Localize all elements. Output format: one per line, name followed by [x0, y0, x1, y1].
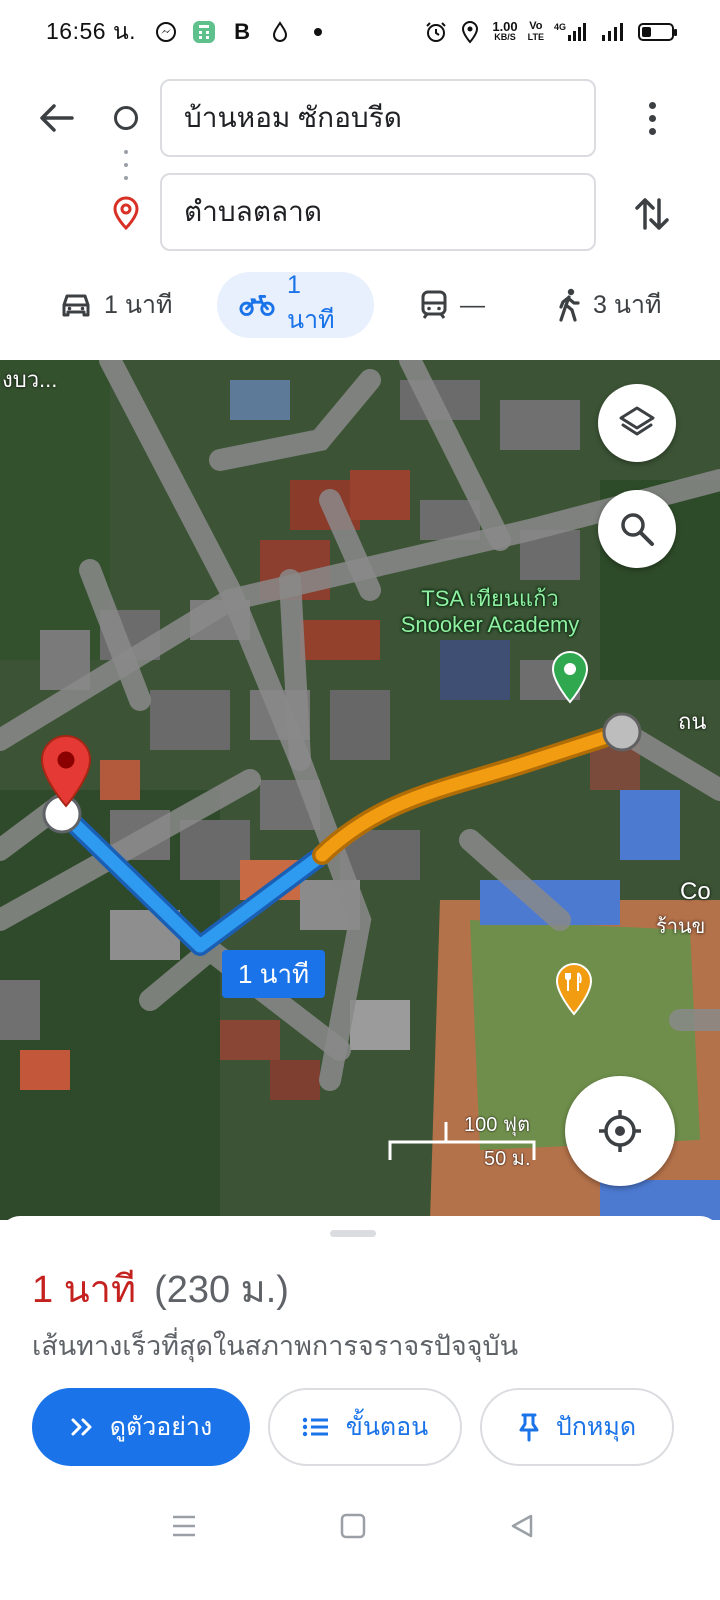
map-label-topleft: งบว...	[2, 367, 58, 392]
back-arrow-icon	[40, 104, 74, 132]
poi-label-line2: Snooker Academy	[400, 612, 580, 637]
network-speed: 1.00 KB/S	[492, 19, 518, 43]
layers-icon	[619, 406, 655, 436]
map-label-co: Co	[680, 878, 711, 905]
mode-transit-tab[interactable]: —	[420, 272, 485, 338]
network-speed-value: 1.00	[492, 19, 518, 34]
volte-bottom: LTE	[527, 32, 544, 42]
list-icon	[302, 1417, 328, 1437]
my-location-icon	[599, 1110, 641, 1152]
svg-text:4G: 4G	[554, 22, 566, 32]
car-icon	[62, 294, 90, 317]
walk-icon	[559, 288, 580, 322]
menu-icon	[173, 1515, 195, 1537]
messenger-icon	[154, 20, 178, 44]
poi-label-line1: TSA เทียนแก้ว	[421, 586, 559, 611]
my-location-button[interactable]	[565, 1076, 675, 1186]
mode-transit-label: —	[460, 290, 485, 319]
battery-icon	[638, 23, 677, 41]
volte-indicator: Vo LTE	[528, 21, 544, 43]
system-navigation-bar	[0, 1490, 720, 1560]
mode-car-tab[interactable]: 1 นาที	[60, 272, 172, 338]
more-options-button[interactable]	[632, 96, 672, 140]
notification-icons: B	[154, 19, 330, 44]
mode-motorcycle-tab[interactable]: 1 นาที	[217, 270, 374, 338]
origin-field[interactable]: บ้านหอม ซักอบรีด	[160, 79, 596, 157]
route-duration-tag[interactable]: 1 นาที	[222, 950, 326, 998]
signal-4g-icon: 4G	[554, 20, 590, 44]
origin-circle-icon	[114, 106, 138, 130]
status-bar: 16:56 น. B 1.00 KB/S Vo LTE 4G	[0, 0, 720, 64]
poi-snooker-label[interactable]: TSA เทียนแก้ว Snooker Academy	[374, 586, 606, 638]
more-notifications-dot-icon	[306, 20, 330, 44]
sheet-drag-handle[interactable]	[330, 1230, 376, 1237]
route-end-point	[602, 712, 642, 752]
home-square-icon	[340, 1513, 366, 1539]
location-icon	[458, 20, 482, 44]
map-label-shop: ร้านข	[656, 916, 706, 938]
home-button[interactable]	[335, 1508, 371, 1544]
drop-icon	[268, 20, 292, 44]
route-summary: 1 นาที (230 ม.)	[32, 1258, 289, 1319]
search-icon	[621, 513, 654, 546]
swap-locations-button[interactable]	[628, 190, 676, 238]
system-icons: 1.00 KB/S Vo LTE 4G	[424, 19, 677, 44]
volte-top: Vo	[529, 20, 543, 32]
mode-walk-tab[interactable]: 3 นาที	[557, 272, 661, 338]
back-button[interactable]	[34, 96, 78, 140]
scale-imperial: 100 ฟุต	[464, 1114, 531, 1136]
route-distance: (230 ม.)	[154, 1269, 289, 1311]
map-view[interactable]: งบว... ถน Co ร้านข TSA เทียนแก้ว Snooker…	[0, 360, 720, 1220]
pushpin-icon	[519, 1413, 539, 1442]
b-app-icon: B	[234, 19, 250, 44]
mode-car-label: 1 นาที	[104, 291, 173, 319]
pin-label: ปักหมุด	[555, 1413, 637, 1441]
status-time: 16:56 น.	[46, 18, 137, 44]
map-label-road: ถน	[678, 709, 707, 734]
mode-walk-label: 3 นาที	[593, 291, 662, 319]
calculator-app-icon	[192, 20, 216, 44]
preview-button[interactable]: ดูตัวอย่าง	[32, 1388, 250, 1466]
route-description: เส้นทางเร็วที่สุดในสภาพการจราจรปัจจุบัน	[32, 1331, 519, 1361]
route-time: 1 นาที	[32, 1269, 137, 1311]
system-back-button[interactable]	[504, 1508, 540, 1544]
steps-label: ขั้นตอน	[345, 1413, 429, 1441]
back-triangle-icon	[511, 1514, 533, 1538]
pin-button[interactable]: ปักหมุด	[480, 1388, 674, 1466]
preview-label: ดูตัวอย่าง	[109, 1413, 213, 1441]
mode-motorcycle-label: 1 นาที	[287, 270, 335, 334]
layers-button[interactable]	[598, 384, 676, 462]
steps-button[interactable]: ขั้นตอน	[268, 1388, 462, 1466]
map-search-button[interactable]	[598, 490, 676, 568]
travel-modes: 1 นาที 1 นาที — 3 นาที	[0, 270, 720, 338]
scale-labels: 100 ฟุต 50 ม.	[388, 1108, 538, 1170]
network-speed-unit: KB/S	[494, 32, 516, 42]
train-icon	[421, 290, 447, 319]
motorcycle-icon	[239, 295, 275, 316]
swap-icon	[635, 198, 669, 230]
destination-field[interactable]: ตำบลตลาด	[160, 173, 596, 251]
route-dots-icon	[123, 150, 129, 180]
double-chevron-icon	[71, 1418, 92, 1436]
destination-pin-icon	[112, 196, 140, 231]
scale-metric: 50 ม.	[484, 1148, 531, 1170]
recent-apps-button[interactable]	[166, 1508, 202, 1544]
signal-icon	[600, 20, 628, 44]
alarm-icon	[424, 20, 448, 44]
